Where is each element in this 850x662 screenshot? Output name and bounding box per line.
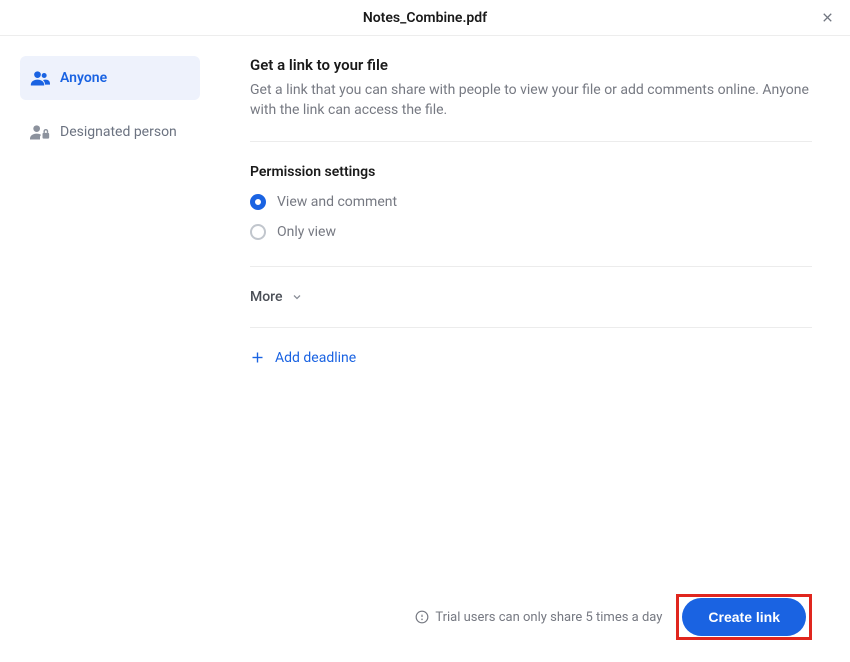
plus-icon [250,350,265,365]
add-deadline-label: Add deadline [275,350,356,366]
permission-section-title: Permission settings [250,164,812,180]
more-label: More [250,289,283,305]
more-toggle[interactable]: More [250,289,812,305]
radio-label: Only view [277,224,336,240]
sidebar-item-label: Anyone [60,70,107,86]
close-button[interactable] [818,9,836,27]
radio-view-and-comment[interactable]: View and comment [250,194,812,210]
sidebar-item-designated-person[interactable]: Designated person [20,110,200,154]
chevron-down-icon [291,291,303,303]
dialog-footer: Trial users can only share 5 times a day… [210,594,850,640]
info-icon [415,610,429,624]
divider [250,141,812,142]
person-lock-icon [30,124,50,140]
divider [250,266,812,267]
trial-notice: Trial users can only share 5 times a day [415,610,662,625]
create-link-button[interactable]: Create link [682,598,806,636]
radio-indicator [250,224,266,240]
sidebar-item-anyone[interactable]: Anyone [20,56,200,100]
trial-notice-text: Trial users can only share 5 times a day [435,610,662,625]
dialog-header: Notes_Combine.pdf [0,0,850,36]
link-section-description: Get a link that you can share with peopl… [250,80,812,121]
share-sidebar: Anyone Designated person [0,36,210,662]
share-main-panel: Get a link to your file Get a link that … [210,36,850,662]
add-deadline-button[interactable]: Add deadline [250,350,812,366]
radio-indicator-selected [250,194,266,210]
close-icon [820,10,835,25]
sidebar-item-label: Designated person [60,124,177,140]
radio-label: View and comment [277,194,397,210]
link-section-title: Get a link to your file [250,56,812,74]
divider [250,327,812,328]
file-title: Notes_Combine.pdf [363,10,487,26]
people-icon [30,70,50,86]
create-link-highlight: Create link [676,594,812,640]
radio-only-view[interactable]: Only view [250,224,812,240]
